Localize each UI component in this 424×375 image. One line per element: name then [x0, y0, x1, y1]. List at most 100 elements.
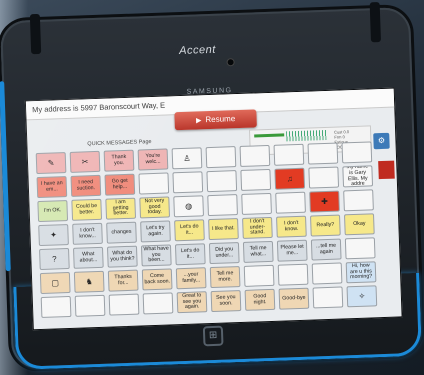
message-cell[interactable] — [138, 172, 170, 195]
message-cell[interactable] — [312, 286, 344, 309]
message-cell-label: Not very good today. — [144, 197, 165, 216]
message-cell[interactable] — [308, 166, 340, 189]
message-cell[interactable]: Could be better. — [71, 198, 103, 221]
message-cell[interactable] — [206, 170, 238, 193]
square-icon: ▢ — [51, 277, 60, 288]
message-cell[interactable]: Thank you. — [103, 149, 135, 172]
message-cell-label: Really? — [316, 221, 335, 228]
mount-strap — [369, 2, 382, 43]
message-cell[interactable]: I am getting better. — [105, 197, 137, 220]
message-cell[interactable]: Did you under... — [208, 242, 240, 265]
message-cell[interactable]: I have an em... — [36, 176, 68, 199]
message-cell[interactable]: See you soon. — [210, 290, 242, 313]
message-cell[interactable] — [343, 189, 374, 212]
message-cell[interactable] — [341, 141, 373, 164]
message-cell-label: I don't know. — [284, 219, 299, 232]
message-cell[interactable]: ...tell me again — [310, 238, 342, 261]
message-cell[interactable]: ✚ — [309, 190, 340, 213]
message-cell-label: What have you been... — [143, 245, 169, 264]
message-cell[interactable]: Really? — [310, 214, 341, 237]
message-cell[interactable]: Good-bye — [278, 287, 310, 310]
message-cell-label: I am getting better. — [112, 198, 129, 217]
message-cell[interactable]: I don't know... — [72, 222, 103, 245]
message-cell-label: Tell me more. — [216, 269, 234, 283]
camera-lens — [227, 59, 234, 66]
message-cell[interactable] — [277, 263, 309, 286]
message-cell[interactable]: Tell me what... — [242, 240, 274, 263]
message-cell[interactable]: ✂ — [69, 150, 101, 173]
message-cell[interactable]: ? — [39, 247, 70, 271]
resume-button[interactable]: ▶ Resume — [174, 109, 257, 131]
message-cell[interactable] — [108, 293, 140, 316]
message-cell[interactable]: Let's do it... — [174, 219, 205, 242]
message-cell[interactable]: I like that. — [208, 218, 239, 241]
message-cell[interactable]: What have you been... — [140, 244, 172, 267]
windows-home-icon[interactable]: ⊞ — [202, 325, 224, 347]
message-cell[interactable]: ...your family... — [175, 267, 207, 290]
ambulance-icon: ✚ — [321, 196, 329, 206]
message-cell-label: I need suction. — [76, 178, 96, 192]
message-cell[interactable] — [40, 295, 72, 318]
message-cell[interactable]: Okay — [344, 213, 375, 236]
message-cell[interactable] — [172, 171, 204, 194]
message-cell[interactable]: Great to see you again. — [176, 291, 208, 314]
message-cell-label: Let's try again. — [146, 224, 165, 237]
message-cell[interactable] — [207, 194, 238, 217]
message-cell[interactable] — [273, 143, 305, 166]
message-cell[interactable] — [311, 262, 343, 285]
message-cell[interactable]: changes — [106, 221, 137, 244]
message-cell[interactable] — [205, 146, 237, 169]
message-cell[interactable]: I don't under-stand. — [242, 216, 273, 239]
message-cell-label: ...your family... — [182, 271, 201, 284]
message-cell[interactable]: Come back soon. — [141, 268, 173, 291]
message-cell[interactable]: ♫ — [274, 167, 306, 190]
message-cell[interactable]: I need suction. — [70, 174, 102, 197]
question-icon: ? — [51, 253, 57, 264]
message-cell-label: My name is Gary Ellis. My addre — [346, 165, 369, 188]
play-icon: ▶ — [195, 117, 202, 125]
message-cell[interactable] — [239, 144, 271, 167]
message-cell[interactable] — [243, 264, 275, 287]
message-cell[interactable] — [241, 192, 272, 215]
message-cell-label: I'm OK. — [43, 206, 62, 214]
message-cell[interactable]: What do you think? — [106, 245, 138, 268]
message-cell[interactable]: My name is Gary Ellis. My addre — [342, 165, 374, 188]
message-cell[interactable] — [240, 168, 272, 191]
message-cell[interactable]: Not very good today. — [139, 196, 171, 219]
message-cell[interactable] — [307, 142, 339, 165]
message-cell[interactable]: You're welc... — [137, 148, 169, 171]
message-cell[interactable]: ✧ — [346, 285, 378, 308]
message-cell[interactable]: I don't know. — [276, 215, 307, 238]
message-cell-label: Could be better. — [75, 202, 98, 216]
message-cell[interactable]: Let's do it... — [174, 243, 206, 266]
message-cell-label: Tell me what... — [249, 244, 267, 258]
message-cell[interactable]: Hi, how are u this morning? — [345, 261, 377, 284]
message-cell-label: Please let me... — [280, 243, 304, 256]
brand-label: Accent — [178, 43, 217, 58]
message-cell[interactable]: Please let me... — [276, 239, 308, 262]
message-cell-label: Great to see you again. — [182, 292, 202, 311]
message-cell-label: See you soon. — [216, 293, 236, 307]
message-cell[interactable] — [74, 294, 106, 317]
message-cell[interactable]: Let's try again. — [140, 220, 171, 243]
message-cell[interactable] — [142, 292, 174, 315]
message-cell-label: Let's do it... — [180, 247, 200, 260]
message-cell[interactable]: What about... — [73, 246, 104, 269]
message-cell[interactable]: ♞ — [73, 270, 105, 293]
message-cell[interactable] — [344, 237, 376, 260]
message-cell[interactable]: ◍ — [173, 195, 204, 218]
message-cell[interactable]: Go get help... — [104, 173, 136, 196]
message-cell[interactable]: ♙ — [171, 147, 203, 170]
message-cell-label: I have an em... — [40, 179, 63, 193]
message-cell[interactable]: Tell me more. — [209, 266, 241, 289]
message-cell[interactable]: Thanks for... — [107, 269, 139, 292]
message-cell[interactable]: ▢ — [39, 271, 71, 295]
message-cell[interactable]: Good night. — [244, 288, 276, 311]
message-cell-label: Let's do it... — [180, 223, 199, 236]
message-cell[interactable] — [275, 191, 306, 214]
resume-label: Resume — [205, 114, 236, 125]
message-cell-label: I don't under-stand. — [249, 217, 266, 237]
message-cell[interactable]: I'm OK. — [37, 200, 69, 223]
message-cell[interactable]: ✦ — [38, 224, 69, 247]
message-cell[interactable]: ✎ — [35, 152, 67, 175]
